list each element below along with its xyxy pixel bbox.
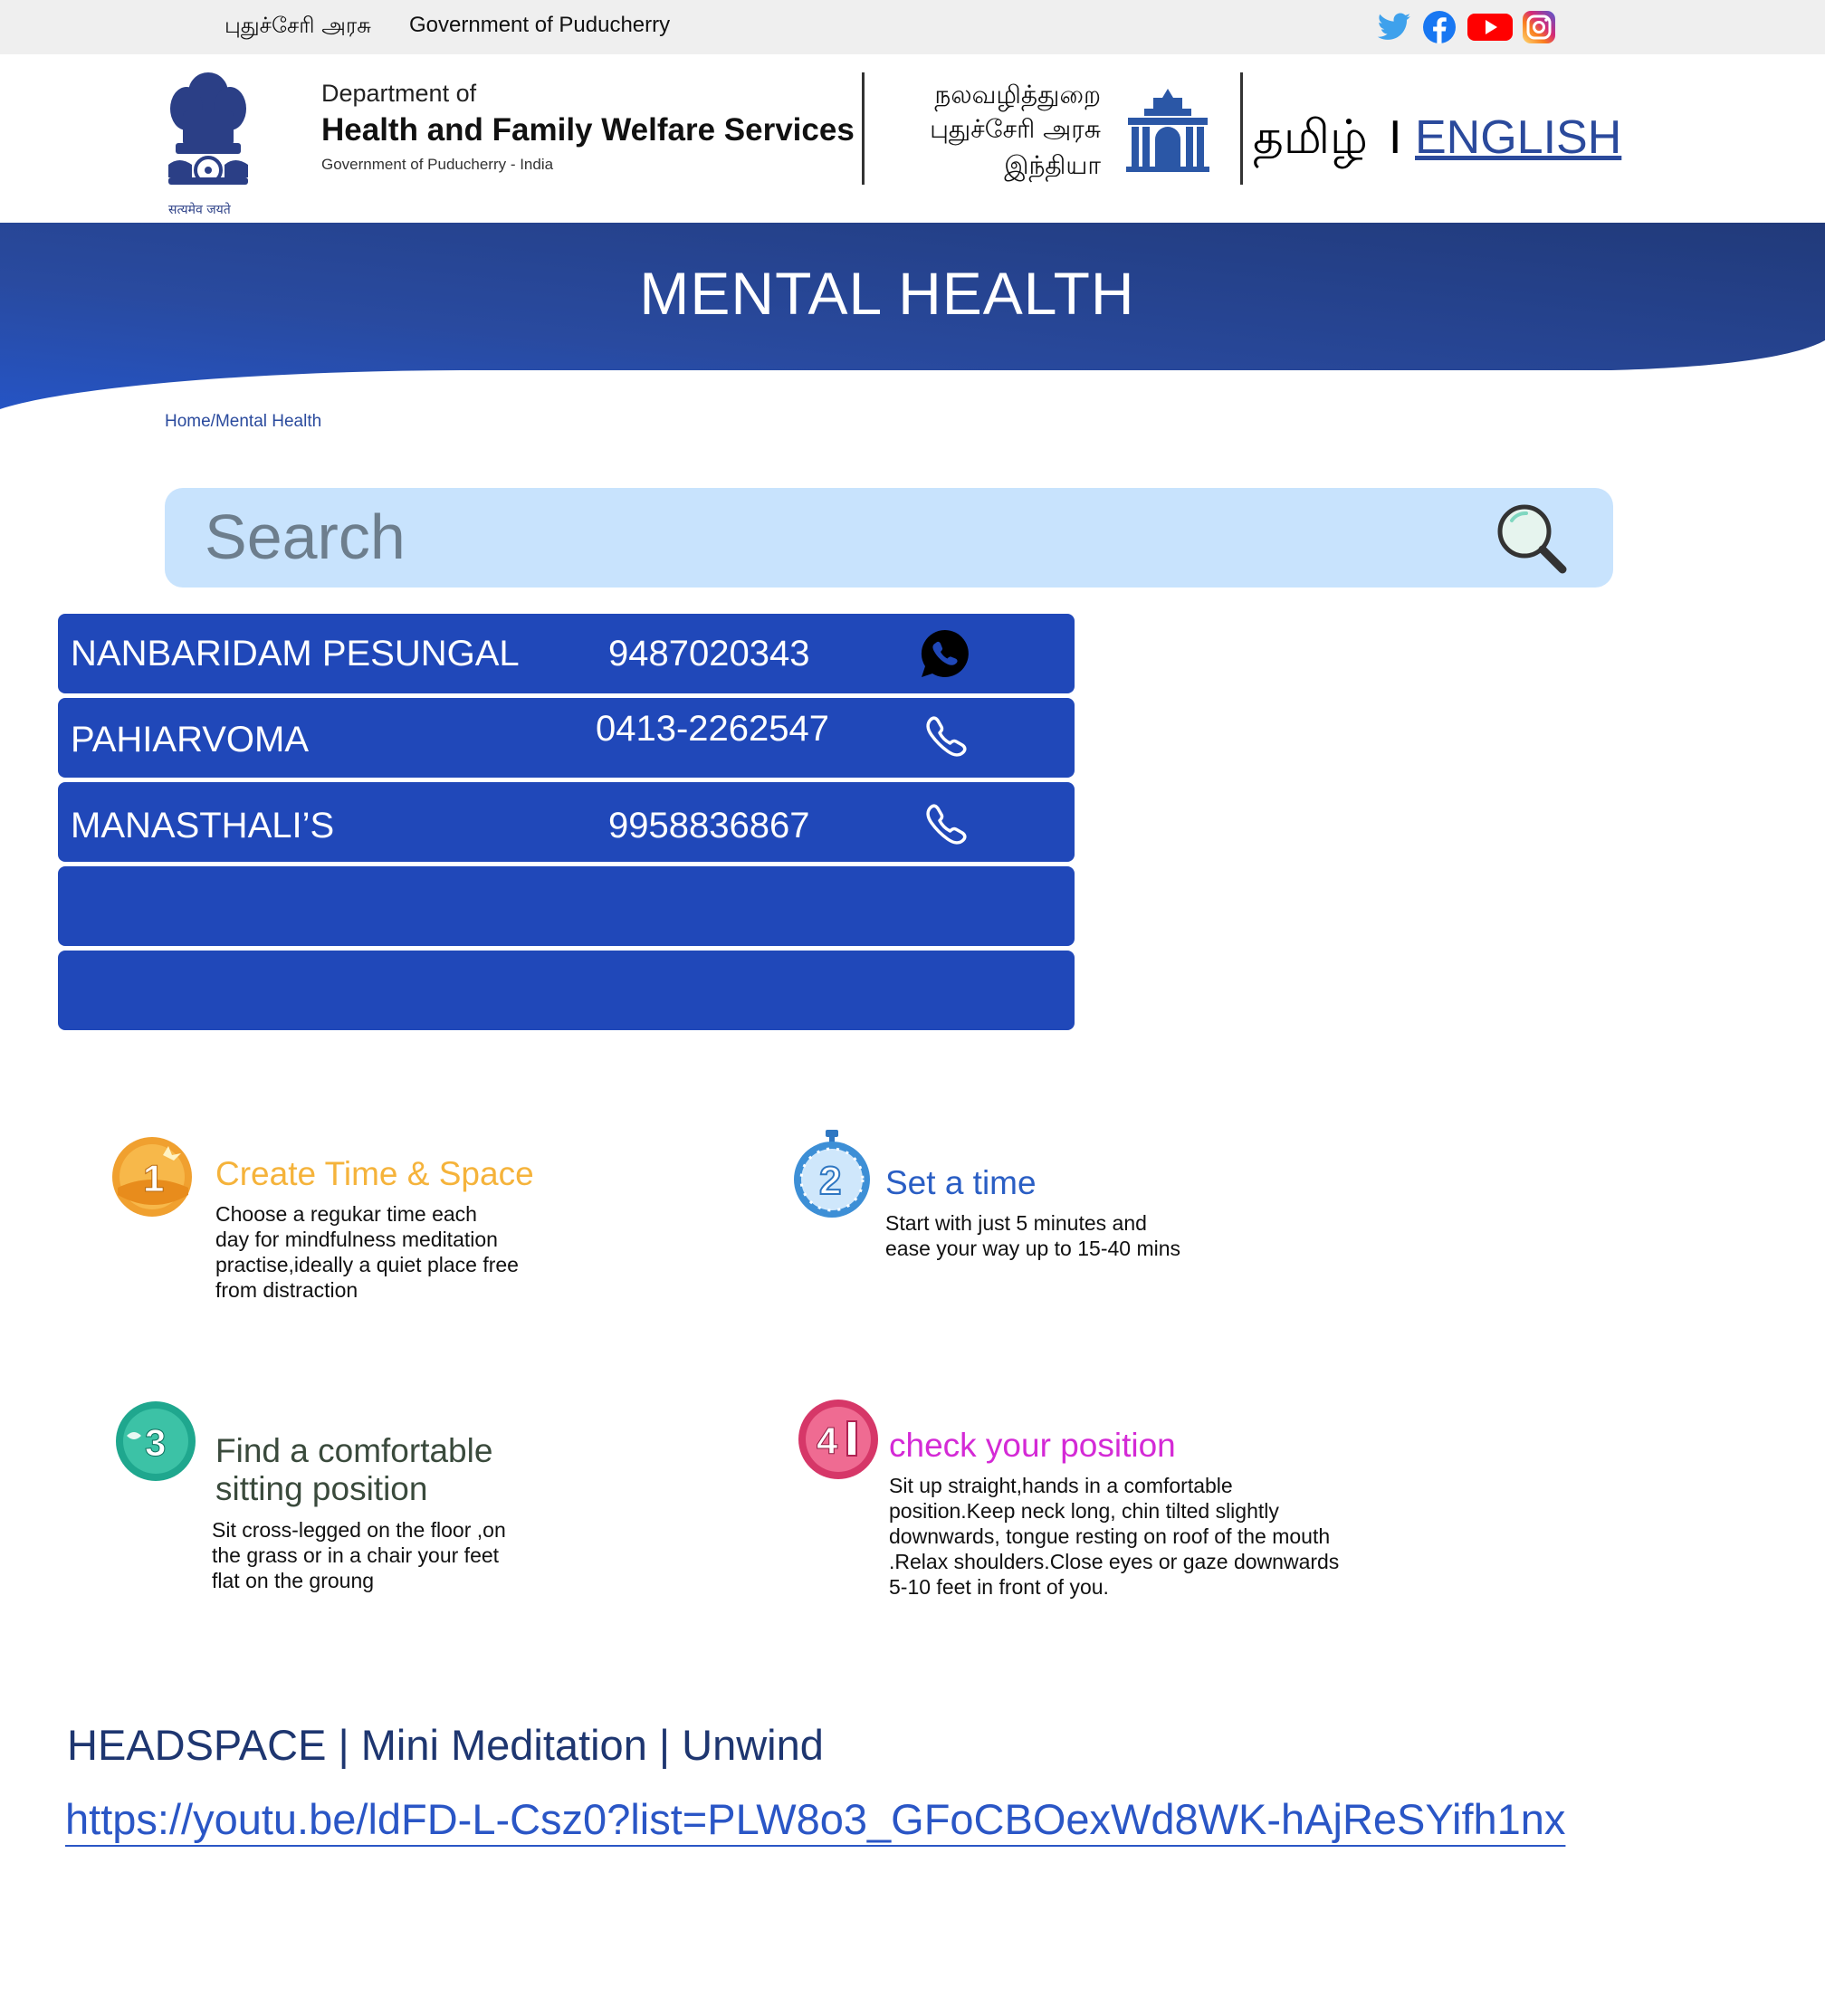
- dept-subtitle: Government of Puducherry - India: [321, 156, 554, 173]
- search-bar: [165, 488, 1613, 588]
- phone-icon[interactable]: [918, 711, 972, 765]
- language-tamil-link[interactable]: தமிழ்: [1253, 110, 1368, 171]
- whatsapp-icon[interactable]: [918, 626, 972, 681]
- step-title: Create Time & Space: [215, 1155, 534, 1192]
- step-number: 2: [819, 1159, 841, 1203]
- national-emblem-logo: [168, 72, 248, 185]
- header-divider-2: [1240, 72, 1243, 185]
- helpline-number[interactable]: 9487020343: [608, 634, 809, 674]
- step-number: 4: [817, 1419, 838, 1462]
- search-input[interactable]: [205, 499, 1472, 575]
- helpline-name: MANASTHALI’S: [71, 806, 335, 846]
- top-bar: புதுச்சேரி அரசு Government of Puducherry: [0, 0, 1825, 54]
- dept-name: Health and Family Welfare Services: [321, 112, 855, 148]
- country-tamil: இந்தியா: [1004, 150, 1101, 180]
- helpline-row[interactable]: MANASTHALI’S 9958836867: [58, 782, 1075, 862]
- twitter-icon[interactable]: [1376, 9, 1412, 45]
- step-title: Find a comfortable sitting position: [215, 1432, 493, 1507]
- step-number: 1: [143, 1157, 164, 1199]
- building-logo: [1126, 89, 1209, 172]
- step-description: Choose a regukar time each day for mindf…: [215, 1202, 519, 1302]
- helpline-row[interactable]: NANBARIDAM PESUNGAL 9487020343: [58, 614, 1075, 693]
- language-separator: I: [1389, 111, 1402, 164]
- helpline-row[interactable]: PAHIARVOMA 0413-2262547: [58, 698, 1075, 778]
- helpline-number[interactable]: 9958836867: [608, 806, 809, 846]
- video-link[interactable]: https://youtu.be/ldFD-L-Csz0?list=PLW8o3…: [65, 1794, 1565, 1844]
- video-title: HEADSPACE | Mini Meditation | Unwind: [67, 1721, 824, 1769]
- phone-icon[interactable]: [918, 798, 972, 853]
- emblem-motto: सत्यमेव जयते: [168, 203, 231, 217]
- helpline-name: NANBARIDAM PESUNGAL: [71, 634, 520, 674]
- search-icon[interactable]: [1492, 499, 1573, 580]
- facebook-icon[interactable]: [1421, 9, 1457, 45]
- youtube-icon[interactable]: [1467, 9, 1514, 45]
- instagram-icon[interactable]: [1521, 9, 1557, 45]
- step-number: 3: [145, 1421, 166, 1464]
- step-description: Sit up straight,hands in a comfortable p…: [889, 1474, 1340, 1599]
- government-name-tamil: புதுச்சேரி அரசு: [225, 13, 371, 38]
- header-divider: [862, 72, 865, 185]
- helpline-name: PAHIARVOMA: [71, 720, 310, 760]
- step-description: Start with just 5 minutes and ease your …: [885, 1211, 1181, 1260]
- step-1-badge-icon: 1: [112, 1137, 192, 1217]
- step-title: Set a time: [885, 1164, 1037, 1201]
- step-3-badge-icon: 3: [116, 1401, 196, 1481]
- step-title: check your position: [889, 1427, 1176, 1464]
- dept-name-tamil: நலவழித்துறை: [934, 80, 1101, 110]
- helpline-row-empty[interactable]: [58, 951, 1075, 1030]
- step-4-badge-icon: 4: [798, 1400, 878, 1479]
- breadcrumb[interactable]: Home/Mental Health: [165, 412, 321, 432]
- step-description: Sit cross-legged on the floor ,on the gr…: [212, 1518, 506, 1592]
- government-tamil: புதுச்சேரி அரசு: [930, 114, 1101, 144]
- language-english-link[interactable]: ENGLISH: [1415, 110, 1621, 165]
- helpline-number[interactable]: 0413-2262547: [596, 709, 829, 750]
- page-title: MENTAL HEALTH: [639, 260, 1135, 327]
- dept-label: Department of: [321, 80, 477, 107]
- helpline-row-empty[interactable]: [58, 866, 1075, 946]
- government-name-english: Government of Puducherry: [409, 13, 671, 37]
- stopwatch-icon: 2: [794, 1130, 870, 1218]
